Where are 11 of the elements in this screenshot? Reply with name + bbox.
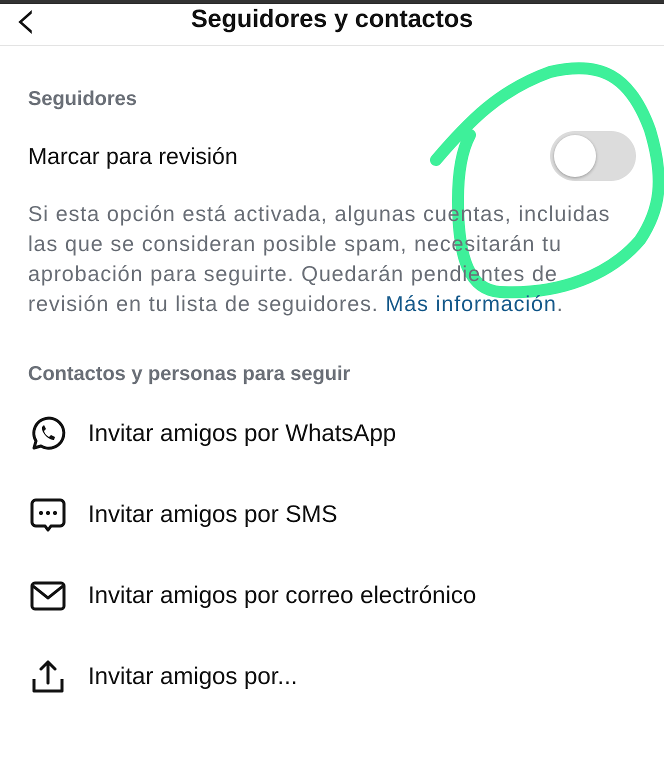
more-info-link[interactable]: Más información	[385, 292, 557, 316]
setting-label: Marcar para revisión	[28, 142, 238, 170]
page-title: Seguidores y contactos	[190, 5, 474, 34]
section-heading: Contactos y personas para seguir	[28, 363, 352, 386]
invite-option[interactable]: Invitar amigos por WhatsApp	[88, 420, 396, 448]
section-heading: Seguidores	[28, 88, 138, 111]
toggle-switch[interactable]	[550, 131, 636, 181]
invite-option[interactable]: Invitar amigos por SMS	[88, 501, 338, 529]
back-button[interactable]: ‹	[14, 0, 38, 48]
invite-option[interactable]: Invitar amigos por correo electrónico	[88, 582, 476, 610]
invite-option[interactable]: Invitar amigos por...	[88, 663, 298, 691]
